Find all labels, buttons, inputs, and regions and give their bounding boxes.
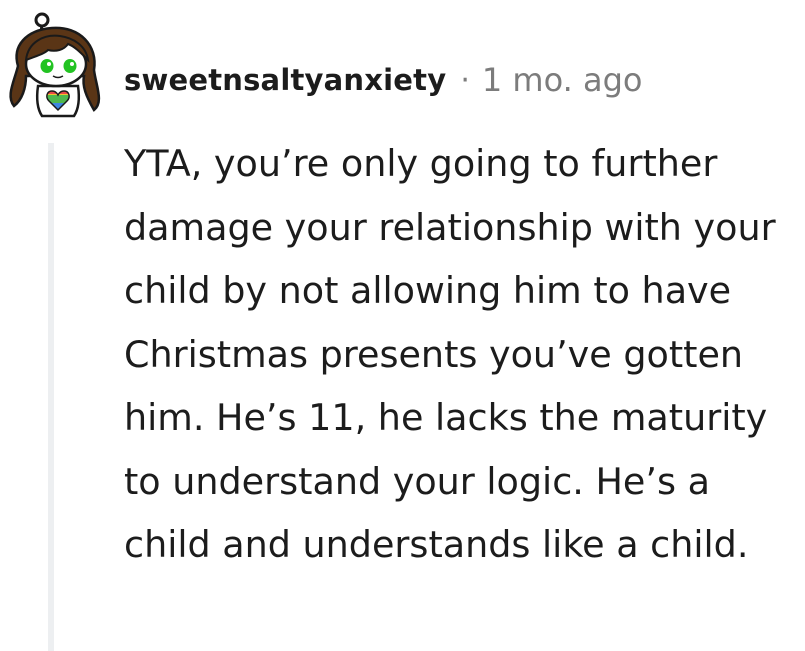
thread-collapse-line[interactable] [48, 143, 54, 651]
username-link[interactable]: sweetnsaltyanxiety [124, 63, 446, 97]
comment-body: YTA, you’re only going to further damage… [124, 142, 776, 566]
right-eye-shine [70, 62, 74, 66]
left-eye [40, 59, 54, 73]
antenna-ball [34, 12, 50, 28]
right-eye [63, 59, 77, 73]
comment-timestamp[interactable]: 1 mo. ago [482, 61, 643, 99]
left-eye-shine [47, 62, 51, 66]
meta-separator: · [460, 62, 470, 98]
user-avatar-icon[interactable] [4, 6, 108, 118]
comment-header: sweetnsaltyanxiety · 1 mo. ago [124, 58, 642, 102]
